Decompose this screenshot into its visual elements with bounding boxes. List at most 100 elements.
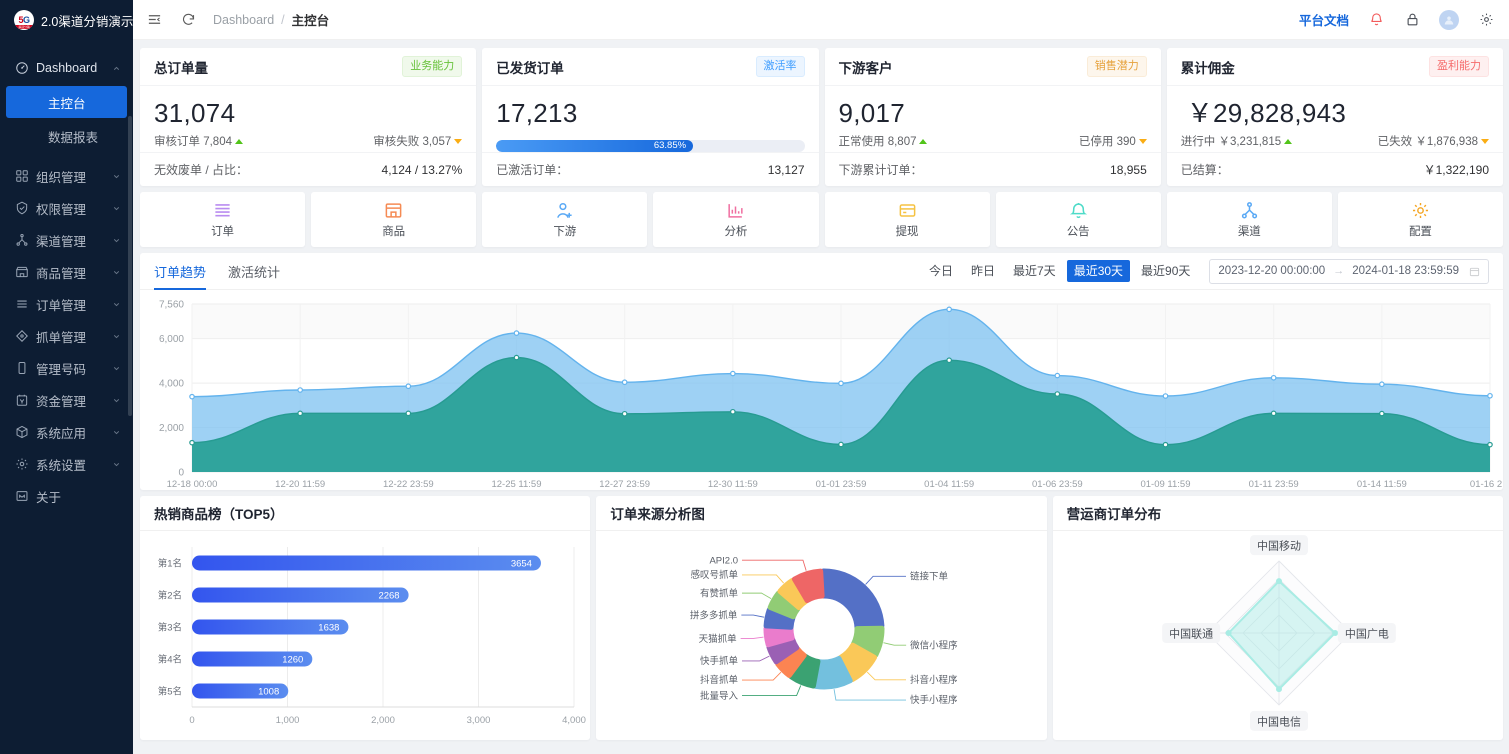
range-last90days[interactable]: 最近90天 bbox=[1134, 260, 1197, 283]
stat-card-sub: 审核订单 7,804 审核失败 3,057 bbox=[154, 133, 463, 149]
quick-action-label: 订单 bbox=[211, 226, 235, 238]
date-range-start[interactable]: 2023-12-20 00:00:00 bbox=[1218, 265, 1325, 277]
quick-action-order[interactable]: 订单 bbox=[140, 192, 306, 247]
sidebar-item-fund-label: 资金管理 bbox=[36, 394, 87, 409]
bell-icon[interactable] bbox=[1367, 11, 1385, 29]
trend-header: 订单趋势 激活统计 今日 昨日 最近7天 最近30天 最近90天 2023-12… bbox=[140, 253, 1503, 290]
user-add-icon bbox=[555, 200, 574, 220]
svg-text:批量导入: 批量导入 bbox=[700, 690, 739, 702]
svg-text:中国联通: 中国联通 bbox=[1169, 628, 1213, 641]
stat-card-total-commission: 累计佣金 盈利能力 ￥29,828,943 进行中 ￥3,231,815 已失效… bbox=[1166, 48, 1503, 186]
chevron-up-icon bbox=[112, 64, 121, 73]
svg-text:API2.0: API2.0 bbox=[710, 555, 739, 566]
quick-action-label: 提现 bbox=[895, 226, 919, 238]
svg-text:第1名: 第1名 bbox=[158, 558, 182, 570]
range-today[interactable]: 今日 bbox=[922, 260, 960, 283]
main-region: Dashboard / 主控台 平台文档 总订单量 业务能力 31,074 审核… bbox=[133, 0, 1509, 754]
trend-down-icon bbox=[454, 138, 463, 144]
svg-text:第3名: 第3名 bbox=[158, 622, 182, 634]
sidebar-item-shujubaobiao-label: 数据报表 bbox=[48, 130, 99, 145]
svg-text:微信小程序: 微信小程序 bbox=[910, 639, 958, 651]
progress-fill: 63.85% bbox=[496, 139, 694, 152]
sidebar-item-zhukongtai[interactable]: 主控台 bbox=[6, 86, 127, 118]
stat-card-body: 31,074 审核订单 7,804 审核失败 3,057 bbox=[140, 86, 476, 152]
range-last30days[interactable]: 最近30天 bbox=[1066, 259, 1131, 283]
sidebar-item-organization[interactable]: 组织管理 bbox=[0, 160, 133, 192]
svg-text:2268: 2268 bbox=[378, 591, 399, 602]
quick-action-channel[interactable]: 渠道 bbox=[1166, 192, 1332, 247]
quick-action-label: 配置 bbox=[1408, 226, 1432, 238]
sidebar-item-about[interactable]: 关于 bbox=[0, 480, 133, 512]
breadcrumb-root[interactable]: Dashboard bbox=[213, 13, 274, 27]
brand[interactable]: 5G 渠道分销 2.0渠道分销演示 bbox=[0, 0, 133, 40]
lock-icon[interactable] bbox=[1403, 11, 1421, 29]
quick-action-config[interactable]: 配置 bbox=[1337, 192, 1503, 247]
order-trend-area-chart: 0 2,000 4,000 6,000 7,560 12-18 00:00 12-20 11… bbox=[159, 300, 1509, 491]
sidebar-item-permission-label: 权限管理 bbox=[36, 202, 87, 217]
sidebar-item-channel[interactable]: 渠道管理 bbox=[0, 224, 133, 256]
quick-action-row: 订单 商品 下游 分析 提现 公告 渠道 配置 bbox=[140, 192, 1503, 247]
sidebar-item-system-settings-label: 系统设置 bbox=[36, 458, 87, 473]
sidebar-item-shujubaobiao[interactable]: 数据报表 bbox=[6, 120, 127, 152]
tab-activation-stats[interactable]: 激活统计 bbox=[228, 253, 280, 290]
range-last7days[interactable]: 最近7天 bbox=[1006, 260, 1063, 283]
sub-left-label: 审核订单 bbox=[154, 135, 200, 148]
quick-action-analysis[interactable]: 分析 bbox=[653, 192, 819, 247]
quick-action-label: 公告 bbox=[1066, 226, 1090, 238]
sidebar-group-dashboard[interactable]: Dashboard bbox=[0, 52, 133, 84]
phone-icon bbox=[14, 361, 29, 376]
stat-card-value: 9,017 bbox=[838, 98, 906, 128]
sidebar-item-permission[interactable]: 权限管理 bbox=[0, 192, 133, 224]
date-range-picker[interactable]: 2023-12-20 00:00:00 → 2024-01-18 23:59:5… bbox=[1209, 258, 1489, 284]
sidebar-scrollbar[interactable] bbox=[128, 116, 132, 416]
svg-text:1008: 1008 bbox=[258, 687, 279, 698]
svg-text:第4名: 第4名 bbox=[158, 654, 182, 666]
stat-card-value: 17,213 bbox=[496, 98, 578, 128]
sidebar-item-fund[interactable]: 资金管理 bbox=[0, 384, 133, 416]
chevron-down-icon bbox=[112, 428, 121, 437]
operator-distribution-panel: 营运商订单分布 中国移动 中国广电 中国电信 中国联通 bbox=[1052, 496, 1503, 740]
sub-left-value: 7,804 bbox=[203, 135, 232, 148]
user-avatar-icon[interactable] bbox=[1439, 9, 1459, 30]
sidebar-item-system-app[interactable]: 系统应用 bbox=[0, 416, 133, 448]
refresh-icon[interactable] bbox=[179, 11, 197, 29]
quick-action-product[interactable]: 商品 bbox=[311, 192, 477, 247]
quick-action-downstream[interactable]: 下游 bbox=[482, 192, 648, 247]
foot-label: 已结算： bbox=[1180, 163, 1229, 177]
quick-action-announcement[interactable]: 公告 bbox=[995, 192, 1161, 247]
info-box-icon bbox=[14, 489, 29, 504]
sidebar-item-numbers[interactable]: 管理号码 bbox=[0, 352, 133, 384]
sidebar-item-order[interactable]: 订单管理 bbox=[0, 288, 133, 320]
range-yesterday[interactable]: 昨日 bbox=[964, 260, 1002, 283]
bell-icon bbox=[1069, 200, 1088, 220]
quick-action-withdraw[interactable]: 提现 bbox=[824, 192, 990, 247]
stat-card-body: ￥29,828,943 进行中 ￥3,231,815 已失效 ￥1,876,93… bbox=[1167, 86, 1503, 152]
stat-card-downstream-customers: 下游客户 销售潜力 9,017 正常使用 8,807 已停用 390 下游累计订… bbox=[824, 48, 1161, 186]
chevron-down-icon bbox=[112, 268, 121, 277]
sidebar-item-product[interactable]: 商品管理 bbox=[0, 256, 133, 288]
svg-text:拼多多抓单: 拼多多抓单 bbox=[690, 609, 738, 621]
stat-card-total-orders: 总订单量 业务能力 31,074 审核订单 7,804 审核失败 3,057 无… bbox=[140, 48, 477, 186]
trend-down-icon bbox=[1481, 138, 1489, 144]
sidebar-item-order-label: 订单管理 bbox=[36, 298, 87, 313]
sidebar-item-system-settings[interactable]: 系统设置 bbox=[0, 448, 133, 480]
order-lines-icon bbox=[213, 200, 232, 220]
settings-gear-icon[interactable] bbox=[1477, 11, 1495, 29]
sub-left-value: ￥3,231,815 bbox=[1218, 135, 1282, 148]
svg-text:0: 0 bbox=[189, 715, 194, 726]
foot-label: 已激活订单： bbox=[496, 163, 569, 177]
sidebar-item-grab-order[interactable]: 抓单管理 bbox=[0, 320, 133, 352]
menu-fold-icon[interactable] bbox=[145, 11, 163, 29]
svg-text:4,000: 4,000 bbox=[159, 379, 184, 390]
svg-text:快手抓单: 快手抓单 bbox=[700, 655, 739, 667]
svg-text:01-14 11:59: 01-14 11:59 bbox=[1357, 479, 1407, 490]
stat-card-header: 总订单量 业务能力 bbox=[140, 48, 477, 86]
progress-label: 63.85% bbox=[653, 140, 687, 151]
tab-order-trend[interactable]: 订单趋势 bbox=[154, 253, 207, 290]
date-range-end[interactable]: 2024-01-18 23:59:59 bbox=[1352, 265, 1459, 277]
platform-docs-link[interactable]: 平台文档 bbox=[1299, 10, 1349, 29]
stat-card-title: 累计佣金 bbox=[1180, 60, 1235, 76]
stat-card-body: 17,213 63.85% bbox=[482, 86, 818, 152]
svg-text:12-18 00:00: 12-18 00:00 bbox=[167, 479, 218, 490]
shop-icon bbox=[14, 265, 29, 280]
